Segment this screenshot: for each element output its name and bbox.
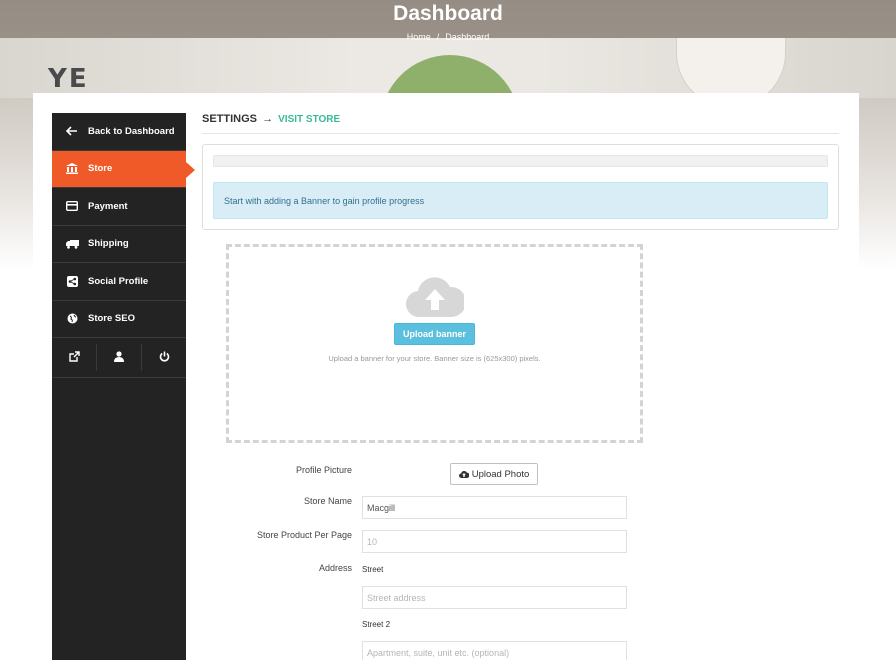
store-name-input[interactable] (362, 496, 627, 519)
sidebar-item-back-to-dashboard[interactable]: Back to Dashboard (52, 113, 186, 151)
cloud-upload-icon (405, 273, 467, 322)
bank-icon (64, 163, 80, 175)
progress-alert: Start with adding a Banner to gain profi… (213, 182, 828, 219)
hero-decoration-text: YE (48, 64, 89, 94)
visit-store-link[interactable]: VISIT STORE (278, 114, 340, 125)
breadcrumb-home-link[interactable]: Home (407, 32, 431, 42)
breadcrumb-separator: / (436, 32, 440, 42)
street2-input[interactable] (362, 641, 627, 660)
dashboard-card: Back to Dashboard Store Payment Shipping… (33, 93, 859, 660)
settings-heading: SETTINGS → VISIT STORE (202, 113, 839, 134)
breadcrumb-current: Dashboard (445, 32, 490, 42)
arrow-left-icon (64, 126, 80, 136)
sidebar-item-label: Payment (88, 200, 128, 212)
page-title: Dashboard (393, 2, 503, 25)
cloud-upload-small-icon (458, 471, 469, 478)
profile-button[interactable] (97, 344, 142, 371)
external-link-button[interactable] (52, 344, 97, 371)
settings-title: SETTINGS (202, 113, 258, 125)
profile-progress-bar (213, 155, 828, 167)
sidebar: Back to Dashboard Store Payment Shipping… (52, 113, 195, 660)
logout-button[interactable] (142, 344, 186, 371)
truck-icon (64, 239, 80, 249)
sidebar-item-label: Store (88, 163, 113, 175)
sidebar-item-label: Social Profile (88, 275, 149, 287)
street-input[interactable] (362, 586, 627, 609)
external-link-icon (68, 349, 80, 367)
profile-picture-label: Profile Picture (295, 465, 352, 475)
sidebar-item-label: Store SEO (88, 313, 135, 325)
product-per-page-label: Store Product Per Page (256, 530, 352, 540)
credit-card-icon (64, 201, 80, 212)
street-label: Street (362, 565, 384, 574)
sidebar-bottom-actions (52, 338, 186, 378)
sidebar-item-payment[interactable]: Payment (52, 188, 186, 226)
banner-hint: Upload a banner for your store. Banner s… (328, 354, 541, 363)
upload-photo-button[interactable]: Upload Photo (450, 463, 538, 485)
breadcrumb: Home / Dashboard (0, 32, 896, 42)
upload-banner-button[interactable]: Upload banner (394, 323, 475, 345)
sidebar-item-store-seo[interactable]: Store SEO (52, 301, 186, 338)
product-per-page-input[interactable] (362, 530, 627, 553)
sidebar-item-store[interactable]: Store (52, 150, 195, 188)
sidebar-item-label: Back to Dashboard (88, 125, 175, 137)
sidebar-item-shipping[interactable]: Shipping (52, 226, 186, 263)
share-icon (64, 275, 80, 287)
arrow-right-icon: → (262, 113, 274, 125)
sidebar-item-label: Shipping (88, 238, 129, 250)
store-settings-content: SETTINGS → VISIT STORE Start with adding… (202, 113, 839, 660)
street2-label: Street 2 (362, 620, 391, 629)
user-icon (114, 349, 124, 367)
globe-icon (64, 313, 80, 324)
upload-photo-label: Upload Photo (471, 468, 530, 480)
store-name-label: Store Name (303, 496, 352, 506)
banner-upload-area[interactable]: Upload banner Upload a banner for your s… (226, 244, 643, 443)
sidebar-item-social-profile[interactable]: Social Profile (52, 263, 186, 301)
address-label: Address (318, 563, 352, 573)
power-icon (159, 349, 170, 367)
profile-progress-panel: Start with adding a Banner to gain profi… (202, 144, 839, 230)
